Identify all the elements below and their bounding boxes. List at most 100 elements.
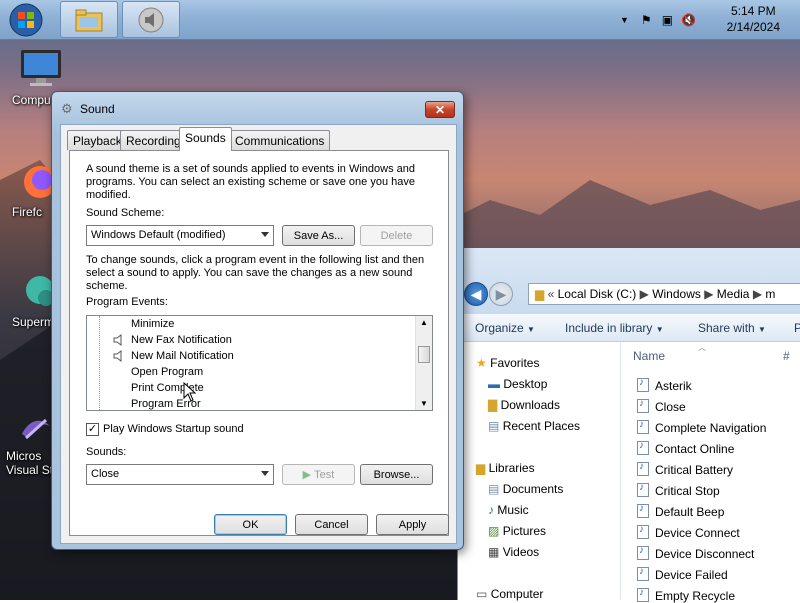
- file-item[interactable]: Default Beep: [637, 503, 724, 519]
- scroll-thumb[interactable]: [418, 346, 430, 363]
- breadcrumb-local-disk[interactable]: Local Disk (C:): [558, 287, 637, 301]
- nav-downloads[interactable]: ▇ Downloads: [488, 398, 560, 412]
- audio-file-icon: [637, 377, 649, 392]
- breadcrumb-m[interactable]: m: [765, 287, 775, 301]
- tab-playback[interactable]: Playback: [67, 130, 128, 150]
- organize-button[interactable]: Organize ▼: [475, 321, 535, 335]
- checkbox[interactable]: ✓: [86, 423, 99, 436]
- tab-recording[interactable]: Recording: [120, 130, 187, 150]
- downloads-icon: ▇: [488, 398, 498, 412]
- apply-button[interactable]: Apply: [376, 514, 449, 535]
- sound-scheme-select[interactable]: Windows Default (modified): [86, 225, 274, 246]
- delete-button[interactable]: Delete: [360, 225, 433, 246]
- file-item[interactable]: Device Failed: [637, 566, 728, 582]
- clock-time: 5:14 PM: [730, 4, 776, 18]
- audio-file-icon: [637, 440, 649, 455]
- instructions-text: To change sounds, click a program event …: [86, 254, 425, 292]
- windows-logo-icon: [9, 3, 43, 37]
- sound-settings-icon: ⚙: [61, 101, 73, 116]
- chevron-down-icon: ▼: [758, 325, 766, 334]
- file-item[interactable]: Critical Battery: [637, 461, 733, 477]
- action-center-flag-icon[interactable]: ⚑: [641, 13, 652, 27]
- tab-communications[interactable]: Communications: [229, 130, 331, 150]
- nav-computer[interactable]: ▭ Computer: [476, 587, 543, 601]
- taskbar-sound-button[interactable]: [122, 1, 180, 38]
- tab-sounds[interactable]: Sounds: [179, 127, 232, 151]
- sounds-label: Sounds:: [86, 446, 127, 458]
- scroll-down-icon[interactable]: ▼: [420, 399, 428, 408]
- scroll-up-icon[interactable]: ▲: [420, 318, 428, 327]
- folder-icon: [75, 9, 103, 31]
- explorer-header: ◀ ▶ ▆ « Local Disk (C:) ▶ Windows ▶ Medi…: [458, 248, 800, 314]
- network-icon[interactable]: ▣: [662, 13, 673, 27]
- back-button[interactable]: ◀: [464, 282, 488, 306]
- ok-button[interactable]: OK: [214, 514, 287, 535]
- toolbar-overflow-button[interactable]: P: [794, 321, 800, 335]
- file-item[interactable]: Critical Stop: [637, 482, 720, 498]
- audio-file-icon: [637, 419, 649, 434]
- taskbar-explorer-button[interactable]: [60, 1, 118, 38]
- pane-divider[interactable]: [620, 342, 621, 600]
- cancel-button[interactable]: Cancel: [295, 514, 368, 535]
- events-scrollbar[interactable]: ▲ ▼: [415, 316, 432, 410]
- folder-icon: ▆: [535, 287, 545, 301]
- program-events-list[interactable]: Minimize New Fax Notification New Mail N…: [86, 315, 433, 411]
- forward-button[interactable]: ▶: [489, 282, 513, 306]
- event-item[interactable]: New Mail Notification: [131, 348, 234, 364]
- navigation-pane: ★ Favorites ▬ Desktop ▇ Downloads ▤ Rece…: [458, 342, 618, 601]
- nav-videos[interactable]: ▦ Videos: [488, 545, 539, 559]
- share-with-button[interactable]: Share with ▼: [698, 321, 766, 335]
- audio-file-icon: [637, 524, 649, 539]
- audio-file-icon: [637, 398, 649, 413]
- chevron-down-icon: [261, 471, 269, 476]
- speaker-icon: [113, 334, 122, 346]
- nav-pictures[interactable]: ▨ Pictures: [488, 524, 546, 538]
- show-hidden-icons-icon[interactable]: ▼: [620, 15, 629, 25]
- file-item[interactable]: Close: [637, 398, 686, 414]
- computer-icon: ▭: [476, 587, 488, 601]
- nav-recent-places[interactable]: ▤ Recent Places: [488, 419, 580, 433]
- event-item[interactable]: Minimize: [131, 316, 174, 332]
- nav-music[interactable]: ♪ Music: [488, 503, 529, 517]
- clock[interactable]: 5:14 PM 2/14/2024: [727, 3, 780, 35]
- column-header-name[interactable]: Name: [633, 349, 665, 363]
- include-in-library-button[interactable]: Include in library ▼: [565, 321, 664, 335]
- event-item[interactable]: Open Program: [131, 364, 203, 380]
- nav-documents[interactable]: ▤ Documents: [488, 482, 563, 496]
- sound-value: Close: [91, 468, 120, 480]
- file-item[interactable]: Complete Navigation: [637, 419, 766, 435]
- close-button[interactable]: ✕: [425, 101, 455, 118]
- sound-dialog: ⚙ Sound ✕ Playback Recording Sounds Comm…: [51, 91, 464, 550]
- file-item[interactable]: Device Connect: [637, 524, 740, 540]
- sound-select[interactable]: Close: [86, 464, 274, 485]
- nav-desktop[interactable]: ▬ Desktop: [488, 377, 547, 391]
- file-item[interactable]: Empty Recycle: [637, 587, 735, 603]
- address-bar[interactable]: ▆ « Local Disk (C:) ▶ Windows ▶ Media ▶ …: [528, 283, 800, 305]
- sound-scheme-label: Sound Scheme:: [86, 207, 165, 219]
- audio-file-icon: [637, 545, 649, 560]
- nav-favorites[interactable]: ★ Favorites: [476, 356, 539, 370]
- monitor-icon: [21, 50, 61, 86]
- event-item[interactable]: New Fax Notification: [131, 332, 232, 348]
- startup-sound-checkbox[interactable]: ✓ Play Windows Startup sound: [86, 423, 244, 436]
- file-item[interactable]: Contact Online: [637, 440, 734, 456]
- system-tray: ▼ ⚑ ▣ 🔇: [620, 0, 696, 40]
- chevron-down-icon: ▼: [655, 325, 664, 334]
- audio-file-icon: [637, 461, 649, 476]
- browse-button[interactable]: Browse...: [360, 464, 433, 485]
- test-button[interactable]: ▶ Test: [282, 464, 355, 485]
- volume-muted-icon[interactable]: 🔇: [681, 13, 696, 27]
- music-icon: ♪: [488, 503, 494, 517]
- file-item[interactable]: Device Disconnect: [637, 545, 754, 561]
- breadcrumb-windows[interactable]: Windows: [652, 287, 701, 301]
- taskbar: ▼ ⚑ ▣ 🔇 5:14 PM 2/14/2024: [0, 0, 800, 40]
- breadcrumb-media[interactable]: Media: [717, 287, 750, 301]
- column-header-number[interactable]: #: [783, 349, 790, 363]
- pictures-icon: ▨: [488, 524, 500, 538]
- nav-libraries[interactable]: ▆ Libraries: [476, 461, 535, 475]
- libraries-icon: ▆: [476, 461, 486, 475]
- explorer-window: ◀ ▶ ▆ « Local Disk (C:) ▶ Windows ▶ Medi…: [457, 248, 800, 603]
- save-as-button[interactable]: Save As...: [282, 225, 355, 246]
- start-button[interactable]: [4, 1, 48, 39]
- file-item[interactable]: Asterik: [637, 377, 692, 393]
